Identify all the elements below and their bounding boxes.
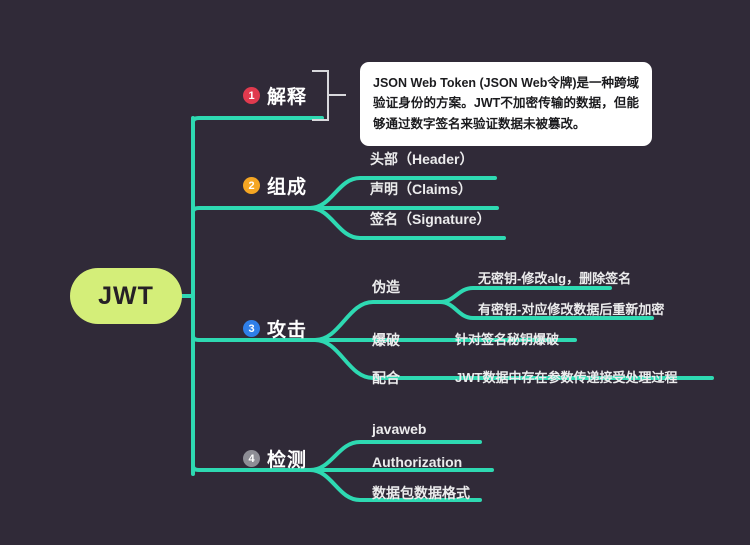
root-node-label: JWT <box>98 281 154 310</box>
branch-badge-3: 3 <box>243 320 260 337</box>
branch-node-3[interactable]: 3 攻击 <box>243 315 307 342</box>
node-forgery-no-key[interactable]: 无密钥-修改alg，删除签名 <box>478 272 631 285</box>
branch-label-2: 组成 <box>267 177 308 198</box>
node-packet-format[interactable]: 数据包数据格式 <box>372 486 470 500</box>
node-javaweb[interactable]: javaweb <box>372 422 426 436</box>
branch-label-4: 检测 <box>267 450 308 471</box>
mindmap-canvas: JWT 1 解释 2 组成 3 攻击 4 检测 JSON Web Token (… <box>0 0 750 545</box>
branch-badge-1: 1 <box>243 87 260 104</box>
node-forgery[interactable]: 伪造 <box>372 280 400 294</box>
note-bracket-icon <box>312 70 346 121</box>
branch-badge-4: 4 <box>243 450 260 467</box>
node-combination-param[interactable]: JWT数据中存在参数传递接受处理过程 <box>455 371 677 384</box>
node-signature[interactable]: 签名（Signature） <box>370 212 491 226</box>
node-claims[interactable]: 声明（Claims） <box>370 182 472 196</box>
branch-node-2[interactable]: 2 组成 <box>243 172 307 199</box>
explanation-note-card: JSON Web Token (JSON Web令牌)是一种跨域验证身份的方案。… <box>360 62 652 146</box>
node-forgery-with-key[interactable]: 有密钥-对应修改数据后重新加密 <box>478 303 664 316</box>
branch-node-1[interactable]: 1 解释 <box>243 82 307 109</box>
node-bruteforce[interactable]: 爆破 <box>372 333 400 347</box>
branch-label-1: 解释 <box>267 87 308 108</box>
edge-branch-1 <box>191 116 324 124</box>
branch-label-3: 攻击 <box>267 320 308 341</box>
node-header[interactable]: 头部（Header） <box>370 152 473 166</box>
root-node[interactable]: JWT <box>70 268 182 324</box>
branch-badge-2: 2 <box>243 177 260 194</box>
node-bruteforce-signkey[interactable]: 针对签名秘钥爆破 <box>455 333 559 346</box>
edge-b3-1-sub-1 <box>438 286 612 304</box>
edge-branch-2 <box>191 206 312 214</box>
branch-node-4[interactable]: 4 检测 <box>243 445 307 472</box>
node-authorization[interactable]: Authorization <box>372 455 462 469</box>
explanation-note-text: JSON Web Token (JSON Web令牌)是一种跨域验证身份的方案。… <box>373 76 639 131</box>
node-combination[interactable]: 配合 <box>372 371 400 385</box>
